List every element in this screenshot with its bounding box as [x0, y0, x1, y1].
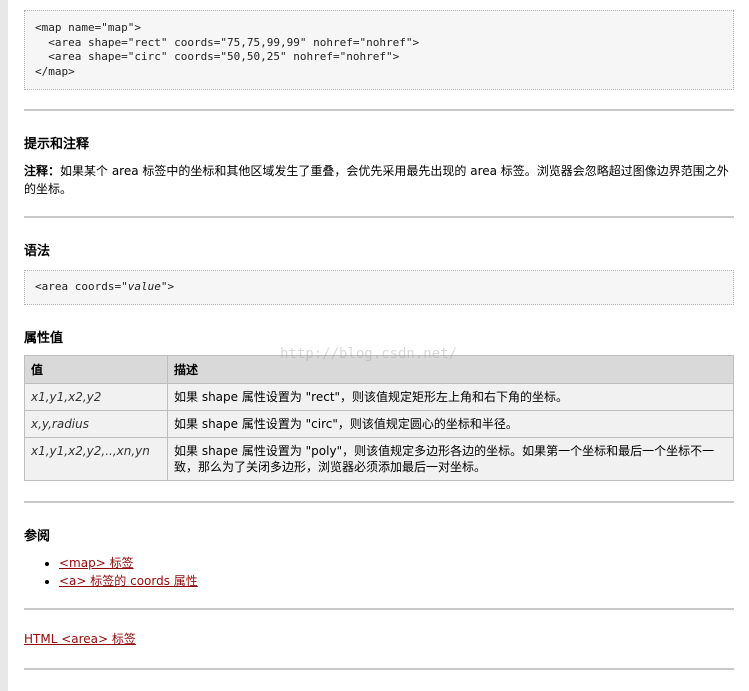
main-content: <map name="map"> <area shape="rect" coor… — [24, 0, 734, 670]
code-line: </map> — [35, 64, 75, 78]
see-also-list: <map> 标签 <a> 标签的 coords 属性 — [24, 554, 734, 590]
note-label: 注释： — [24, 164, 61, 178]
list-item: <map> 标签 — [59, 554, 734, 572]
syntax-heading: 语法 — [24, 244, 51, 259]
cell-description: 如果 shape 属性设置为 "rect"，则该值规定矩形左上角和右下角的坐标。 — [167, 382, 734, 411]
divider — [24, 216, 734, 218]
tips-note: 注释：如果某个 area 标签中的坐标和其他区域发生了重叠，会优先采用最先出现的… — [24, 162, 734, 198]
cell-value: x1,y1,x2,y2,..,xn,yn — [24, 436, 168, 481]
tips-heading: 提示和注释 — [24, 137, 90, 152]
map-example-code: <map name="map"> <area shape="rect" coor… — [24, 10, 734, 90]
table-row: x,y,radius 如果 shape 属性设置为 "circ"，则该值规定圆心… — [24, 409, 734, 438]
left-margin-bar — [0, 0, 8, 691]
cell-value: x1,y1,x2,y2 — [24, 382, 168, 411]
divider — [24, 667, 734, 670]
divider — [24, 109, 734, 111]
code-line: <area shape="rect" coords="75,75,99,99" … — [35, 35, 420, 49]
syntax-code: <area coords="value"> — [24, 270, 734, 305]
attributes-table: 值 描述 x1,y1,x2,y2 如果 shape 属性设置为 "rect"，则… — [24, 354, 734, 481]
divider — [24, 607, 734, 610]
table-row: x1,y1,x2,y2,..,xn,yn 如果 shape 属性设置为 "pol… — [24, 436, 734, 481]
cell-description: 如果 shape 属性设置为 "poly"，则该值规定多边形各边的坐标。如果第一… — [167, 436, 734, 481]
code-line: <area shape="circ" coords="50,50,25" noh… — [35, 50, 400, 63]
code-line: <map name="map"> — [35, 21, 141, 34]
column-header-value: 值 — [24, 354, 168, 384]
footer-link-row: HTML <area> 标签 — [24, 630, 734, 648]
syntax-value: value — [127, 280, 161, 293]
table-header-row: 值 描述 — [24, 354, 734, 384]
table-row: x1,y1,x2,y2 如果 shape 属性设置为 "rect"，则该值规定矩… — [24, 382, 734, 411]
cell-description: 如果 shape 属性设置为 "circ"，则该值规定圆心的坐标和半径。 — [167, 409, 734, 438]
a-coords-link[interactable]: <a> 标签的 coords 属性 — [59, 574, 198, 588]
cell-value: x,y,radius — [24, 409, 168, 438]
map-tag-link[interactable]: <map> 标签 — [59, 556, 134, 570]
note-text: 如果某个 area 标签中的坐标和其他区域发生了重叠，会优先采用最先出现的 ar… — [24, 164, 729, 196]
column-header-description: 描述 — [167, 354, 734, 384]
attributes-heading: 属性值 — [24, 330, 64, 346]
see-also-heading: 参阅 — [24, 528, 51, 544]
list-item: <a> 标签的 coords 属性 — [59, 572, 734, 590]
html-area-tag-link[interactable]: HTML <area> 标签 — [24, 632, 136, 646]
divider — [24, 500, 734, 503]
